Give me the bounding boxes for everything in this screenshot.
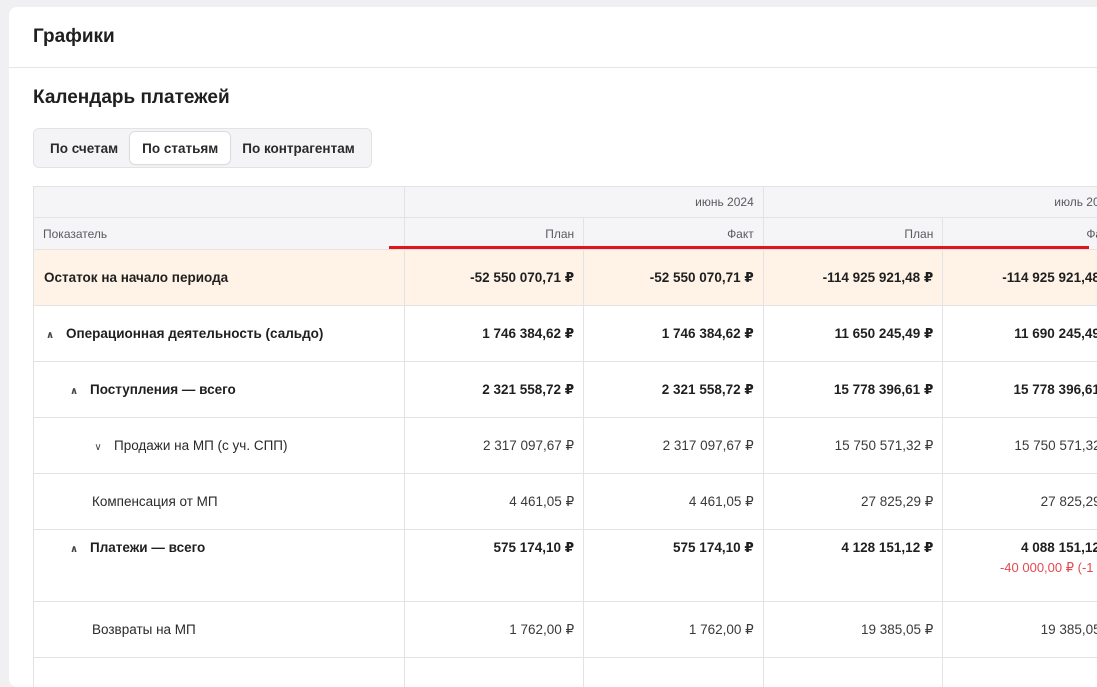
plan-header-july[interactable]: План: [763, 218, 943, 250]
cell-value: 4 461,05 ₽: [404, 474, 584, 530]
cell-value: 15 778 396,61 ₽: [763, 362, 943, 418]
cell-value: 15 750 571,32 ₽: [763, 418, 943, 474]
table-row[interactable]: ∧ Платежи — всего 575 174,10 ₽ 575 174,10…: [34, 530, 1097, 602]
row-label: Компенсация от МП: [34, 474, 405, 530]
charts-card: Графики Календарь платежей По счетам По …: [9, 7, 1097, 687]
cell-value: 19 385,05 ₽: [943, 602, 1097, 658]
payment-calendar-table: июнь 2024 июль 2024 Показатель План Факт…: [33, 186, 1097, 687]
row-label: Операционная деятельность (сальдо): [66, 326, 323, 341]
cell-value: 15 778 396,61 ₽: [943, 362, 1097, 418]
cell-value: 1 762,00 ₽: [404, 602, 584, 658]
cell-value: [763, 658, 943, 687]
plan-fact-indicator-bar: [389, 246, 1089, 249]
cell-value: 4 088 151,12 ₽: [1021, 540, 1097, 555]
cell-value: 4 461,05 ₽: [584, 474, 764, 530]
cell-value-with-diff: 4 088 151,12 ₽ -40 000,00 ₽ (-1 %): [943, 530, 1097, 602]
cell-value: [404, 658, 584, 687]
table-row: [34, 658, 1097, 687]
table-row[interactable]: ∧ Операционная деятельность (сальдо) 1 74…: [34, 306, 1097, 362]
cell-value: 2 321 558,72 ₽: [584, 362, 764, 418]
cell-value: 27 825,29 ₽: [763, 474, 943, 530]
cell-value: 11 690 245,49 ₽: [943, 306, 1097, 362]
section-title: Календарь платежей: [33, 87, 230, 109]
row-label-cell[interactable]: ∧ Поступления — всего: [34, 362, 405, 418]
card-title: Графики: [9, 7, 1097, 68]
fact-header-june[interactable]: Факт: [584, 218, 764, 250]
cell-value: 4 128 151,12 ₽: [763, 530, 943, 602]
chevron-up-icon[interactable]: ∧: [68, 544, 80, 555]
chevron-down-icon[interactable]: ∨: [92, 442, 104, 453]
row-label-cell[interactable]: ∧ Операционная деятельность (сальдо): [34, 306, 405, 362]
cell-value: 27 825,29 ₽: [943, 474, 1097, 530]
cell-value: 2 317 097,67 ₽: [404, 418, 584, 474]
header-blank: [34, 187, 405, 218]
row-label: Продажи на МП (с уч. СПП): [114, 438, 287, 453]
cell-value: 2 321 558,72 ₽: [404, 362, 584, 418]
row-label: [34, 658, 405, 687]
cell-value: [943, 658, 1097, 687]
tab-by-accounts[interactable]: По счетам: [38, 132, 130, 164]
cell-value: 1 762,00 ₽: [584, 602, 764, 658]
row-label: Возвраты на МП: [34, 602, 405, 658]
row-label-cell[interactable]: ∨ Продажи на МП (с уч. СПП): [34, 418, 405, 474]
table-row: Компенсация от МП 4 461,05 ₽ 4 461,05 ₽ …: [34, 474, 1097, 530]
indicator-header[interactable]: Показатель: [34, 218, 405, 250]
cell-value: 575 174,10 ₽: [404, 530, 584, 602]
chevron-up-icon[interactable]: ∧: [68, 386, 80, 397]
row-label: Поступления — всего: [90, 382, 236, 397]
cell-value: -52 550 070,71 ₽: [584, 250, 764, 306]
table-row[interactable]: ∧ Поступления — всего 2 321 558,72 ₽ 2 32…: [34, 362, 1097, 418]
row-label: Платежи — всего: [90, 540, 205, 555]
tab-by-counterparties[interactable]: По контрагентам: [230, 132, 366, 164]
cell-value: -52 550 070,71 ₽: [404, 250, 584, 306]
cell-value: 11 650 245,49 ₽: [763, 306, 943, 362]
cell-value: 19 385,05 ₽: [763, 602, 943, 658]
grouping-tabs: По счетам По статьям По контрагентам: [33, 128, 372, 168]
deviation-value: -40 000,00 ₽ (-1 %): [1000, 560, 1097, 576]
cell-value: 2 317 097,67 ₽: [584, 418, 764, 474]
month-header-july: июль 2024: [763, 187, 1097, 218]
table-row[interactable]: ∨ Продажи на МП (с уч. СПП) 2 317 097,67 …: [34, 418, 1097, 474]
cell-value: 575 174,10 ₽: [584, 530, 764, 602]
row-label: Остаток на начало периода: [34, 250, 405, 306]
plan-header-june[interactable]: План: [404, 218, 584, 250]
chevron-up-icon[interactable]: ∧: [44, 330, 56, 341]
month-header-june: июнь 2024: [404, 187, 763, 218]
tab-by-items[interactable]: По статьям: [130, 132, 230, 164]
fact-header-july[interactable]: Факт: [943, 218, 1097, 250]
table-row: Возвраты на МП 1 762,00 ₽ 1 762,00 ₽ 19 …: [34, 602, 1097, 658]
cell-value: -114 925 921,48 ₽: [763, 250, 943, 306]
table-row: Остаток на начало периода -52 550 070,71…: [34, 250, 1097, 306]
cell-value: -114 925 921,48 ₽: [943, 250, 1097, 306]
cell-value: 1 746 384,62 ₽: [584, 306, 764, 362]
row-label-cell[interactable]: ∧ Платежи — всего: [34, 530, 405, 602]
cell-value: 1 746 384,62 ₽: [404, 306, 584, 362]
cell-value: [584, 658, 764, 687]
cell-value: 15 750 571,32 ₽: [943, 418, 1097, 474]
